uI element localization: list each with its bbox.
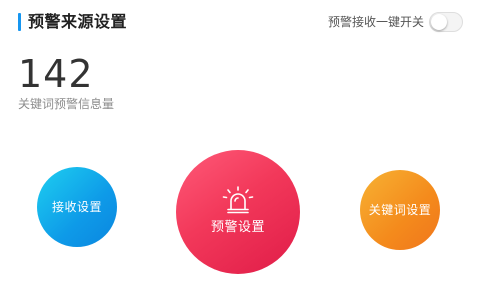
- keyword-settings-button[interactable]: 关键词设置: [360, 170, 440, 250]
- alert-settings-label: 预警设置: [210, 220, 265, 235]
- alarm-light-icon: [222, 186, 254, 214]
- page: 预警来源设置 预警接收一键开关 142 关键词预警信息量 接收设置 预警设置 关…: [0, 0, 480, 300]
- header-accent-bar: [18, 13, 21, 31]
- alert-settings-button[interactable]: 预警设置: [176, 150, 300, 274]
- keyword-alert-count: 142: [18, 52, 94, 96]
- receive-settings-label: 接收设置: [51, 200, 102, 214]
- page-title: 预警来源设置: [28, 12, 128, 31]
- keyword-alert-count-label: 关键词预警信息量: [18, 97, 115, 111]
- alert-receive-toggle[interactable]: [429, 12, 463, 32]
- toggle-knob: [431, 14, 447, 30]
- keyword-settings-label: 关键词设置: [368, 203, 432, 217]
- receive-settings-button[interactable]: 接收设置: [37, 167, 117, 247]
- toggle-label: 预警接收一键开关: [327, 15, 424, 29]
